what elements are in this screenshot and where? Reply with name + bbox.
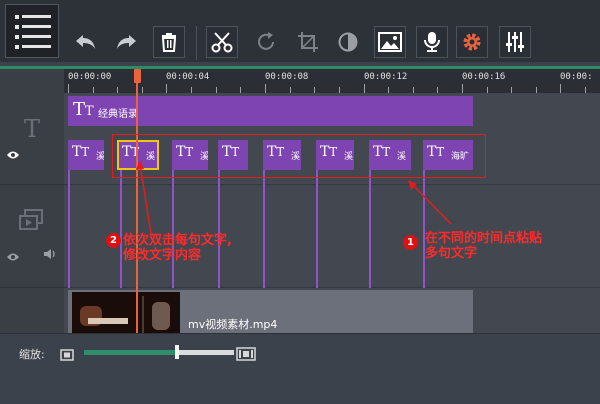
zoom-in-icon[interactable] bbox=[236, 346, 256, 365]
annotation-number: 2 bbox=[106, 233, 121, 248]
zoom-out-icon[interactable] bbox=[60, 346, 74, 365]
annotation-text: 依次双击每句文字, bbox=[123, 233, 232, 248]
zoom-slider-handle[interactable] bbox=[175, 345, 179, 359]
annotation-text: 在不同的时间点粘贴 bbox=[425, 231, 543, 246]
annotation-text: 修改文字内容 bbox=[123, 248, 202, 263]
annotation-text: 多句文字 bbox=[425, 246, 478, 261]
zoom-panel bbox=[0, 333, 600, 404]
zoom-slider-fill bbox=[84, 350, 177, 355]
zoom-label: 缩放: bbox=[19, 348, 45, 361]
annotation-number: 1 bbox=[403, 235, 418, 250]
